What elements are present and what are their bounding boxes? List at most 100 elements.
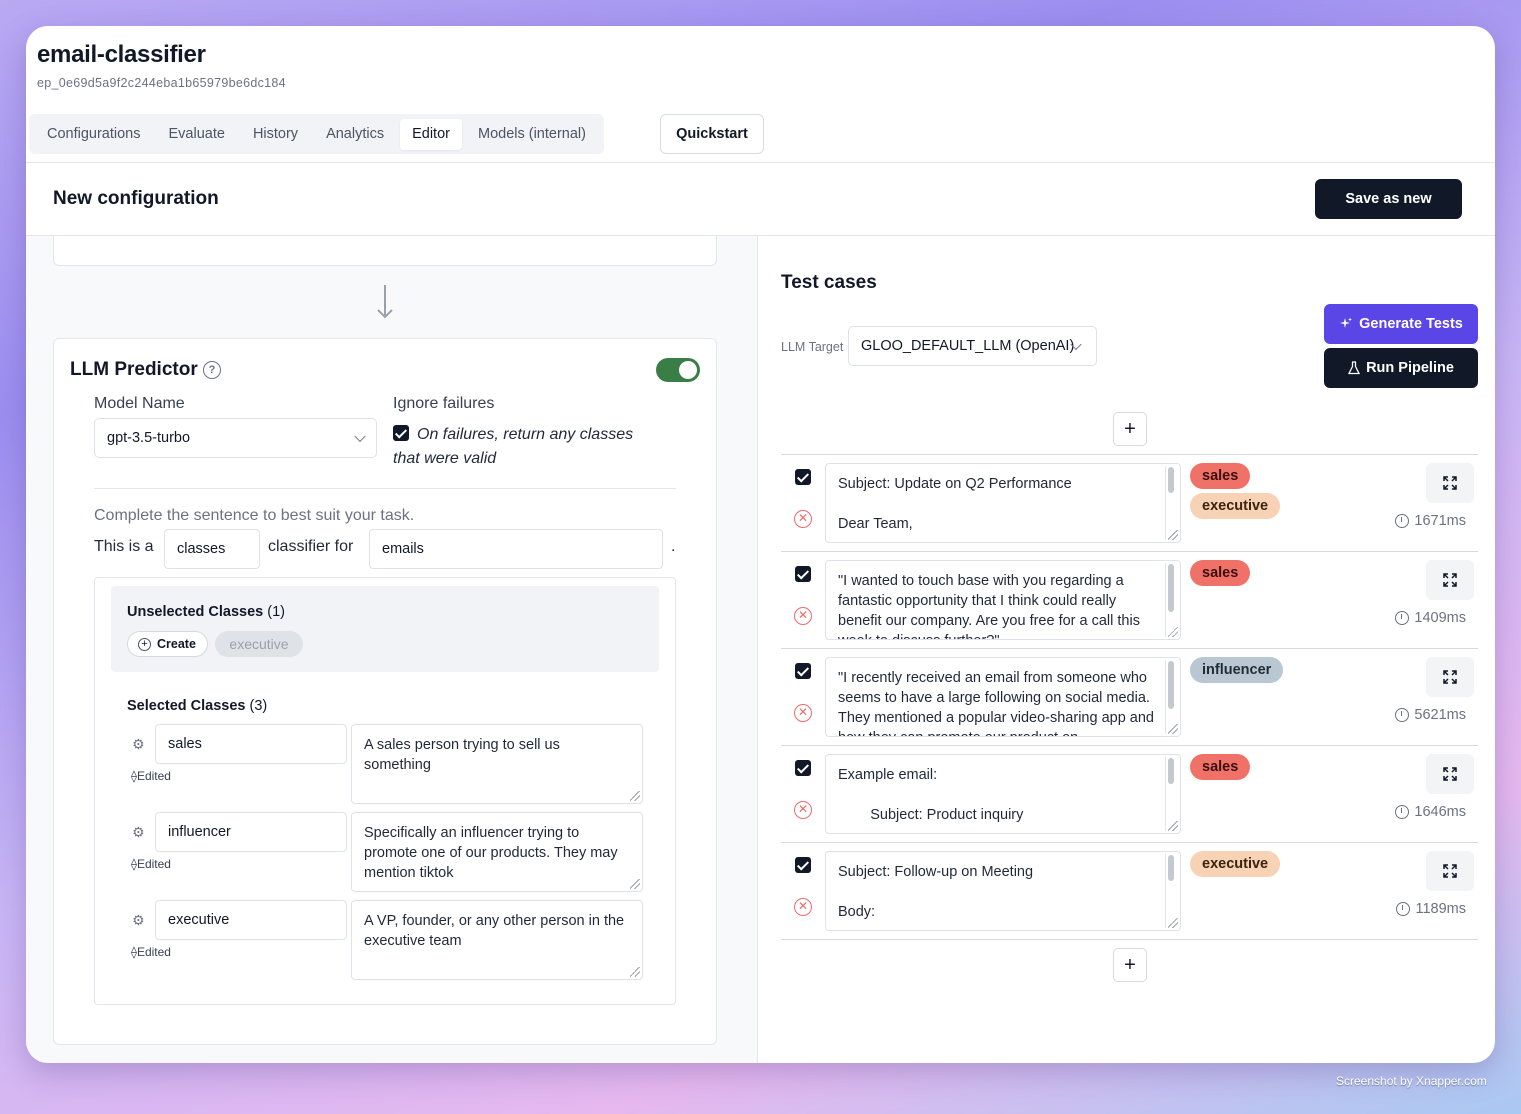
unselected-class-chip[interactable]: executive xyxy=(215,631,303,657)
row-checkbox[interactable] xyxy=(795,566,811,582)
tab-configurations[interactable]: Configurations xyxy=(35,119,153,150)
gear-icon[interactable]: ⚙ xyxy=(132,825,146,839)
tab-history[interactable]: History xyxy=(241,119,310,150)
unselected-classes-title: Unselected Classes (1) xyxy=(127,604,285,620)
app-id: ep_0e69d5a9f2c244eba1b65979be6dc184 xyxy=(37,76,286,90)
tag-executive[interactable]: executive xyxy=(1190,493,1281,519)
generate-tests-button[interactable]: Generate Tests xyxy=(1324,304,1478,344)
close-circle-icon[interactable]: ✕ xyxy=(794,898,812,916)
classifier-target-field[interactable]: emails xyxy=(369,529,663,569)
resize-handle-icon[interactable] xyxy=(630,791,640,801)
llm-target-value: GLOO_DEFAULT_LLM (OpenAI) xyxy=(861,338,1075,354)
tab-editor[interactable]: Editor xyxy=(400,118,462,150)
classes-panel: Unselected Classes (1) + Create executiv… xyxy=(94,577,676,1005)
generate-tests-label: Generate Tests xyxy=(1359,316,1463,332)
close-circle-icon[interactable]: ✕ xyxy=(794,607,812,625)
class-description-field[interactable]: A VP, founder, or any other person in th… xyxy=(351,900,643,980)
unselected-classes-section: Unselected Classes (1) + Create executiv… xyxy=(111,586,659,672)
expand-icon[interactable] xyxy=(1426,851,1474,891)
row-checkbox[interactable] xyxy=(795,469,811,485)
scroll-track xyxy=(1165,466,1166,540)
resize-handle-icon[interactable] xyxy=(1168,918,1178,928)
scrollbar-thumb[interactable] xyxy=(1168,855,1174,881)
header-divider xyxy=(26,162,1495,163)
help-icon[interactable]: ? xyxy=(203,361,221,379)
test-case-row: ✕ Subject: Update on Q2 Performance Dear… xyxy=(781,455,1478,552)
tab-models-internal[interactable]: Models (internal) xyxy=(466,119,598,150)
tag-sales[interactable]: sales xyxy=(1190,560,1251,586)
resize-handle-icon[interactable] xyxy=(1168,724,1178,734)
email-textarea[interactable]: Example email: Subject: Product inquiry xyxy=(825,754,1181,834)
test-case-row: ✕ Subject: Follow-up on Meeting Body: ex… xyxy=(781,843,1478,940)
expand-icon[interactable] xyxy=(1426,754,1474,794)
row-checkbox[interactable] xyxy=(795,760,811,776)
email-textarea[interactable]: Subject: Update on Q2 Performance Dear T… xyxy=(825,463,1181,543)
add-test-case-bottom-button[interactable]: + xyxy=(1113,948,1147,982)
resize-handle-icon[interactable] xyxy=(1168,821,1178,831)
scrollbar-thumb[interactable] xyxy=(1168,467,1174,493)
class-name-field[interactable]: influencer xyxy=(155,812,347,852)
tag-sales[interactable]: sales xyxy=(1190,754,1251,780)
predictor-enabled-toggle[interactable] xyxy=(656,358,700,382)
expand-icon[interactable] xyxy=(1426,560,1474,600)
quickstart-button[interactable]: Quickstart xyxy=(660,114,764,154)
screenshot-credit: Screenshot by Xnapper.com xyxy=(1336,1074,1487,1088)
email-textarea[interactable]: "I recently received an email from someo… xyxy=(825,657,1181,737)
email-text: "I wanted to touch base with you regardi… xyxy=(838,573,1140,639)
expand-icon[interactable] xyxy=(1426,657,1474,697)
row-checkbox[interactable] xyxy=(795,663,811,679)
close-circle-icon[interactable]: ✕ xyxy=(794,704,812,722)
tab-analytics[interactable]: Analytics xyxy=(314,119,396,150)
latency-value: 1646ms xyxy=(1414,804,1466,820)
row-checkbox[interactable] xyxy=(795,857,811,873)
classes-field[interactable]: classes xyxy=(164,529,260,569)
run-pipeline-button[interactable]: Run Pipeline xyxy=(1324,348,1478,388)
close-circle-icon[interactable]: ✕ xyxy=(794,801,812,819)
class-name-field[interactable]: sales xyxy=(155,724,347,764)
ignore-failures-checkbox[interactable] xyxy=(393,425,409,441)
scrollbar-thumb[interactable] xyxy=(1168,564,1174,612)
resize-handle-icon[interactable] xyxy=(630,879,640,889)
latency: 1646ms xyxy=(1395,804,1466,820)
app-title: email-classifier xyxy=(37,41,206,68)
latency-value: 5621ms xyxy=(1414,707,1466,723)
pane-divider xyxy=(757,236,758,1063)
scroll-track xyxy=(1165,854,1166,928)
tag-executive[interactable]: executive xyxy=(1190,851,1281,877)
selected-classes-count: (3) xyxy=(249,698,268,714)
latency: 5621ms xyxy=(1395,707,1466,723)
expand-icon[interactable] xyxy=(1426,463,1474,503)
class-description-text: A sales person trying to sell us somethi… xyxy=(364,737,560,773)
resize-handle-icon[interactable] xyxy=(1168,627,1178,637)
config-title: New configuration xyxy=(53,188,219,209)
gear-icon[interactable]: ⚙ xyxy=(132,913,146,927)
tag-sales[interactable]: sales xyxy=(1190,463,1251,489)
class-description-field[interactable]: Specifically an influencer trying to pro… xyxy=(351,812,643,892)
gear-icon[interactable]: ⚙ xyxy=(132,737,146,751)
llm-target-select[interactable]: GLOO_DEFAULT_LLM (OpenAI) xyxy=(848,326,1097,366)
tab-evaluate[interactable]: Evaluate xyxy=(157,119,237,150)
selected-classes-title: Selected Classes (3) xyxy=(127,698,268,714)
sentence-middle: classifier for xyxy=(268,538,354,555)
edited-indicator: ⟠Edited xyxy=(131,857,171,871)
save-as-new-button[interactable]: Save as new xyxy=(1315,179,1462,219)
clock-icon xyxy=(1395,611,1410,625)
class-name-field[interactable]: executive xyxy=(155,900,347,940)
email-textarea[interactable]: Subject: Follow-up on Meeting Body: xyxy=(825,851,1181,931)
email-textarea[interactable]: "I wanted to touch base with you regardi… xyxy=(825,560,1181,640)
clock-icon xyxy=(1395,708,1410,722)
resize-handle-icon[interactable] xyxy=(630,967,640,977)
add-test-case-top-button[interactable]: + xyxy=(1113,412,1147,446)
scrollbar-thumb[interactable] xyxy=(1168,661,1174,709)
latency-value: 1409ms xyxy=(1414,610,1466,626)
clock-icon xyxy=(1395,805,1410,819)
edited-label: Edited xyxy=(136,769,171,783)
close-circle-icon[interactable]: ✕ xyxy=(794,510,812,528)
class-description-field[interactable]: A sales person trying to sell us somethi… xyxy=(351,724,643,804)
model-select[interactable]: gpt-3.5-turbo xyxy=(94,418,377,458)
tag-influencer[interactable]: influencer xyxy=(1190,657,1284,683)
create-class-button[interactable]: + Create xyxy=(127,631,208,657)
latency: 1409ms xyxy=(1395,610,1466,626)
scrollbar-thumb[interactable] xyxy=(1168,758,1174,784)
resize-handle-icon[interactable] xyxy=(1168,530,1178,540)
